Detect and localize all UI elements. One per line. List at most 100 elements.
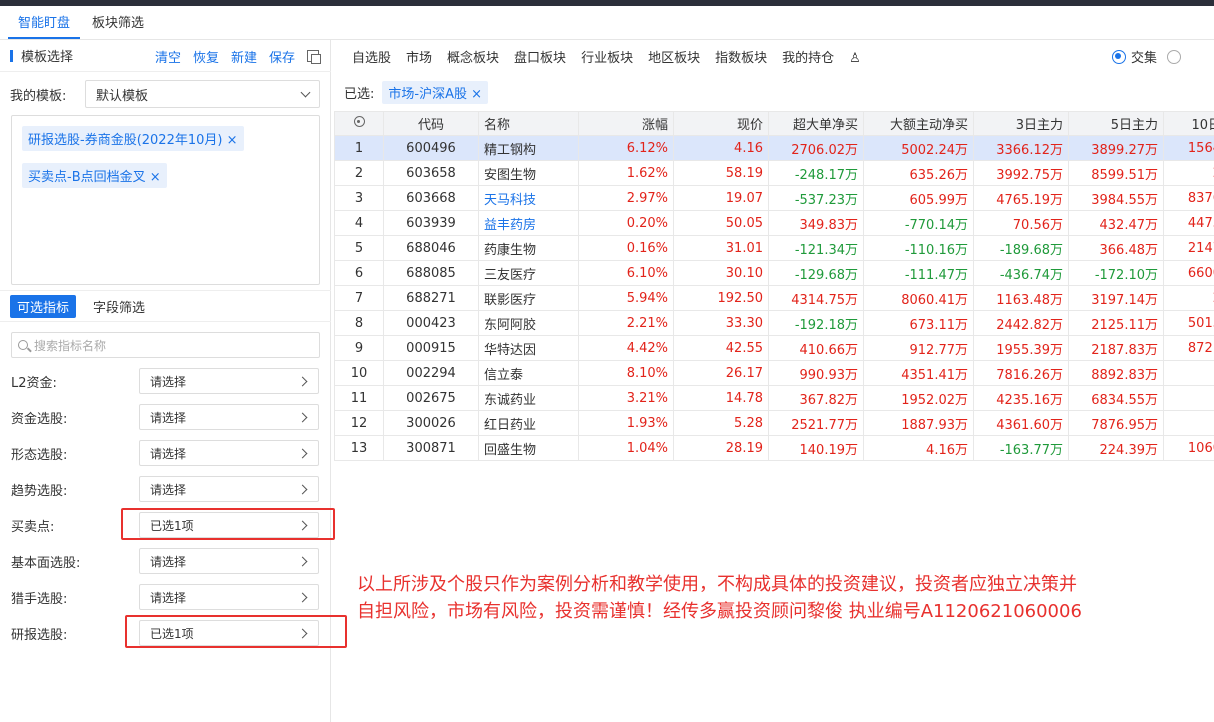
nav-holdings[interactable]: 我的持仓 ♙	[782, 47, 876, 66]
cell-price: 58.19	[673, 160, 769, 186]
filter-picker[interactable]: 请选择	[139, 476, 319, 502]
cell-c2: 8060.41万	[863, 285, 974, 311]
filter-picker[interactable]: 请选择	[139, 548, 319, 574]
tab-smart-watch[interactable]: 智能盯盘	[8, 9, 81, 39]
cell-idx: 6	[334, 260, 384, 286]
cell-idx: 5	[334, 235, 384, 261]
cell-c5: 6600	[1163, 260, 1214, 286]
disclaimer-line: 自担风险，市场有风险，投资需谨慎！经传多赢投资顾问黎俊 执业编号A1120621…	[357, 601, 1082, 622]
table-row[interactable]: 8 000423 东阿阿胶 2.21% 33.30 -192.18万 673.11万 2442…	[334, 310, 1214, 336]
cell-chg: 1.62%	[578, 160, 674, 186]
table-row[interactable]: 2 603658 安图生物 1.62% 58.19 -248.17万 635.26万 3992…	[334, 160, 1214, 186]
table-row[interactable]: 12 300026 红日药业 1.93% 5.28 2521.77万 1887.93万 436…	[334, 410, 1214, 436]
cell-code: 688046	[383, 235, 479, 261]
template-select-value: 默认模板	[96, 88, 149, 104]
table-row[interactable]: 10 002294 信立泰 8.10% 26.17 990.93万 4351.41万 7816…	[334, 360, 1214, 386]
cell-c3: 4361.60万	[973, 410, 1069, 436]
chevron-right-icon	[297, 484, 308, 495]
cell-price: 50.05	[673, 210, 769, 236]
cell-code: 600496	[383, 135, 479, 161]
col-header[interactable]: 大额主动净买	[863, 111, 974, 136]
copy-icon[interactable]	[307, 50, 321, 64]
table-row[interactable]: 7 688271 联影医疗 5.94% 192.50 4314.75万 8060.41万 11…	[334, 285, 1214, 311]
template-select[interactable]: 默认模板	[85, 80, 320, 108]
nav-region[interactable]: 地区板块	[648, 47, 700, 66]
col-header[interactable]: 名称	[478, 111, 579, 136]
cell-chg: 2.21%	[578, 310, 674, 336]
cell-idx: 7	[334, 285, 384, 311]
cell-c4: 8599.51万	[1068, 160, 1164, 186]
table-row[interactable]: 3 603668 天马科技 2.97% 19.07 -537.23万 605.99万 4765…	[334, 185, 1214, 211]
nav-market[interactable]: 市场	[406, 47, 432, 66]
radio-unchecked-icon[interactable]	[1167, 49, 1181, 64]
cell-c5: 1	[1163, 360, 1214, 386]
col-header[interactable]: 10日	[1163, 111, 1214, 136]
cell-name: 精工钢构	[478, 135, 579, 161]
chosen-tag[interactable]: 市场-沪深A股 ×	[382, 80, 488, 104]
col-header[interactable]: 3日主力	[973, 111, 1069, 136]
cell-c1: -121.34万	[768, 235, 864, 261]
cell-c1: 410.66万	[768, 335, 864, 361]
cell-c3: 4765.19万	[973, 185, 1069, 211]
filter-picker[interactable]: 请选择	[139, 404, 319, 430]
save-button[interactable]: 保存	[269, 47, 295, 66]
col-header[interactable]: 涨幅	[578, 111, 674, 136]
template-title: 模板选择	[21, 50, 74, 65]
col-header[interactable]: 5日主力	[1068, 111, 1164, 136]
cell-idx: 12	[334, 410, 384, 436]
filter-value: 请选择	[150, 482, 187, 497]
filter-value: 请选择	[150, 446, 187, 461]
settings-column[interactable]	[334, 111, 384, 136]
selected-tag[interactable]: 买卖点-B点回档金叉 ×	[22, 163, 167, 188]
highlight-box	[125, 615, 347, 648]
cell-c2: -770.14万	[863, 210, 974, 236]
cell-c5: 1	[1163, 385, 1214, 411]
nav-index[interactable]: 指数板块	[715, 47, 767, 66]
table-row[interactable]: 1 600496 精工钢构 6.12% 4.16 2706.02万 5002.24万 3366…	[334, 135, 1214, 161]
indicator-search-input[interactable]: 搜索指标名称	[11, 332, 320, 358]
filter-row: L2资金: 请选择	[11, 368, 321, 394]
highlight-box	[121, 508, 335, 540]
nav-handicap[interactable]: 盘口板块	[514, 47, 566, 66]
chosen-filters: 已选: 市场-沪深A股 ×	[344, 80, 488, 104]
filter-picker[interactable]: 请选择	[139, 584, 319, 610]
cell-chg: 1.93%	[578, 410, 674, 436]
new-button[interactable]: 新建	[231, 47, 257, 66]
cell-c3: 7816.26万	[973, 360, 1069, 386]
filter-picker[interactable]: 请选择	[139, 440, 319, 466]
table-row[interactable]: 9 000915 华特达因 4.42% 42.55 410.66万 912.77万 1955.…	[334, 335, 1214, 361]
table-row[interactable]: 5 688046 药康生物 0.16% 31.01 -121.34万 -110.16万 -18…	[334, 235, 1214, 261]
filter-label: 形态选股:	[11, 447, 68, 463]
cell-chg: 2.97%	[578, 185, 674, 211]
nav-watchlist[interactable]: 自选股	[352, 47, 391, 66]
cell-c3: 70.56万	[973, 210, 1069, 236]
selected-tag[interactable]: 研报选股-券商金股(2022年10月) ×	[22, 126, 244, 151]
col-header[interactable]: 代码	[383, 111, 479, 136]
radio-label: 交集	[1130, 51, 1157, 66]
tab-sector-filter[interactable]: 板块筛选	[82, 9, 154, 39]
table-row[interactable]: 11 002675 东诚药业 3.21% 14.78 367.82万 1952.02万 423…	[334, 385, 1214, 411]
clear-button[interactable]: 清空	[155, 47, 181, 66]
nav-concept[interactable]: 概念板块	[447, 47, 499, 66]
table-row[interactable]: 13 300871 回盛生物 1.04% 28.19 140.19万 4.16万 -163.7…	[334, 435, 1214, 461]
cell-chg: 0.20%	[578, 210, 674, 236]
cell-name: 天马科技	[478, 185, 579, 211]
cell-idx: 9	[334, 335, 384, 361]
table-row[interactable]: 4 603939 益丰药房 0.20% 50.05 349.83万 -770.14万 70.5…	[334, 210, 1214, 236]
user-icon: ♙	[849, 50, 861, 66]
cell-c4: 7876.95万	[1068, 410, 1164, 436]
cell-name: 联影医疗	[478, 285, 579, 311]
nav-industry[interactable]: 行业板块	[581, 47, 633, 66]
filter-picker[interactable]: 请选择	[139, 368, 319, 394]
col-header[interactable]: 超大单净买	[768, 111, 864, 136]
intersection-radio[interactable]: 交集	[1111, 47, 1196, 66]
table-row[interactable]: 6 688085 三友医疗 6.10% 30.10 -129.68万 -111.47万 -43…	[334, 260, 1214, 286]
restore-button[interactable]: 恢复	[193, 47, 219, 66]
main-tabs: 智能盯盘 板块筛选	[0, 6, 1214, 40]
tab-field-filter[interactable]: 字段筛选	[86, 295, 152, 318]
chevron-right-icon	[297, 376, 308, 387]
tab-available-indicators[interactable]: 可选指标	[10, 294, 77, 318]
col-header[interactable]: 现价	[673, 111, 769, 136]
cell-c4: 366.48万	[1068, 235, 1164, 261]
disclaimer: 以上所涉及个股只作为案例分析和教学使用，不构成具体的投资建议，投资者应独立决策并…	[357, 571, 1207, 625]
